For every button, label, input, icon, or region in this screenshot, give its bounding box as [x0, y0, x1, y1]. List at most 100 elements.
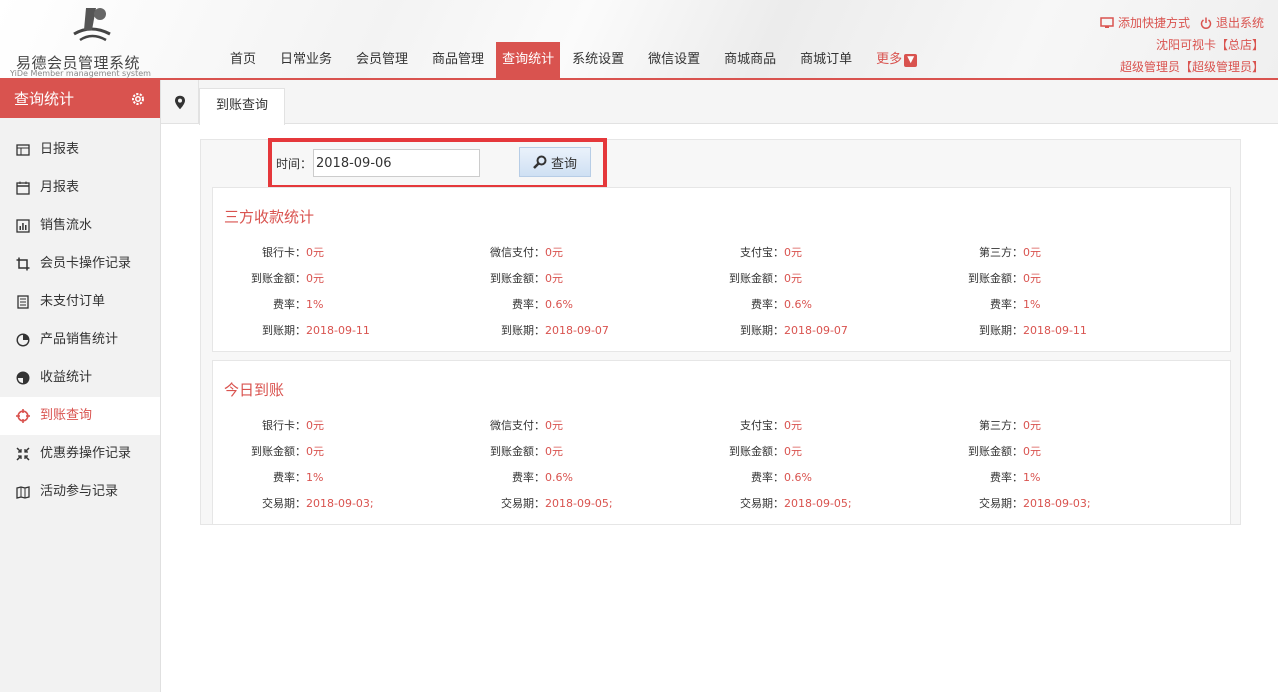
sidebar-item-daily-report[interactable]: 日报表	[0, 131, 160, 169]
stat-cell: 支付宝： 0元	[691, 240, 930, 266]
stat-value: 0元	[1023, 272, 1041, 285]
sidebar-item-monthly-report[interactable]: 月报表	[0, 169, 160, 207]
stat-value: 0元	[784, 246, 802, 259]
stat-value: 2018-09-05;	[545, 497, 613, 510]
add-shortcut-link[interactable]: 添加快捷方式	[1100, 12, 1190, 34]
top-header: 易德会员管理系统 YiDe Member management system 首…	[0, 0, 1278, 80]
sidebar-item-coupon-operations[interactable]: 优惠券操作记录	[0, 435, 160, 473]
stat-value: 0元	[545, 419, 563, 432]
stat-label: 银行卡：	[262, 419, 306, 432]
sidebar-item-label: 月报表	[40, 180, 80, 195]
half-circle-icon	[16, 371, 30, 385]
stat-cell: 到账金额： 0元	[930, 439, 1169, 465]
shrink-icon	[16, 447, 30, 461]
stat-value: 0元	[306, 445, 324, 458]
stat-label: 交易期：	[740, 497, 784, 510]
stat-label: 到账期：	[740, 324, 784, 337]
stat-cell: 到账金额： 0元	[213, 266, 452, 292]
crop-icon	[16, 257, 30, 271]
stat-cell: 支付宝： 0元	[691, 413, 930, 439]
logout-link[interactable]: 退出系统	[1200, 12, 1264, 34]
stat-label: 微信支付：	[490, 246, 545, 259]
sidebar-item-card-operations[interactable]: 会员卡操作记录	[0, 245, 160, 283]
stat-label: 到账金额：	[490, 272, 545, 285]
stat-value: 0.6%	[784, 298, 812, 311]
stat-value: 1%	[306, 471, 324, 484]
stat-label: 第三方：	[979, 419, 1023, 432]
main-nav: 首页 日常业务 会员管理 商品管理 查询统计 系统设置 微信设置 商城商品 商城…	[218, 42, 929, 78]
user-name: 超级管理员【超级管理员】	[1119, 60, 1264, 74]
stat-value: 0元	[545, 272, 563, 285]
section-card: 三方收款统计 银行卡： 0元 微信支付： 0元 支付宝： 0元 第三方： 0元 到账金额： 0元到…	[212, 187, 1231, 352]
stat-value: 2018-09-07	[784, 324, 848, 337]
stat-label: 交易期：	[979, 497, 1023, 510]
tab-arrival-query[interactable]: 到账查询	[199, 88, 285, 125]
stat-label: 费率：	[751, 471, 784, 484]
query-button[interactable]: 查询	[519, 147, 591, 177]
stats-row: 银行卡： 0元 微信支付： 0元 支付宝： 0元 第三方： 0元	[213, 413, 1232, 439]
sidebar-item-label: 活动参与记录	[40, 484, 119, 499]
stat-label: 到账期：	[501, 324, 545, 337]
stat-label: 交易期：	[501, 497, 545, 510]
sidebar-item-label: 会员卡操作记录	[40, 256, 132, 271]
stat-cell: 微信支付： 0元	[452, 413, 691, 439]
sidebar-item-arrival-query[interactable]: 到账查询	[0, 397, 160, 435]
stat-value: 0元	[306, 246, 324, 259]
nav-query-statistics[interactable]: 查询统计	[496, 42, 561, 78]
stat-cell: 到账金额： 0元	[452, 439, 691, 465]
stats-row: 到账金额： 0元 到账金额： 0元 到账金额： 0元 到账金额： 0元	[213, 439, 1232, 465]
stat-value: 2018-09-03;	[1023, 497, 1091, 510]
stat-label: 银行卡：	[262, 246, 306, 259]
sidebar-item-unpaid-orders[interactable]: 未支付订单	[0, 283, 160, 321]
stat-cell: 到账金额： 0元	[691, 439, 930, 465]
monitor-icon	[1100, 17, 1114, 28]
sidebar-item-label: 产品销售统计	[40, 332, 119, 347]
sidebar-item-sales-flow[interactable]: 销售流水	[0, 207, 160, 245]
nav-member-management[interactable]: 会员管理	[350, 42, 414, 78]
sidebar-item-label: 优惠券操作记录	[40, 446, 132, 461]
nav-system-settings[interactable]: 系统设置	[566, 42, 630, 78]
stat-value: 2018-09-07	[545, 324, 609, 337]
stat-value: 0.6%	[784, 471, 812, 484]
receipt-icon	[17, 295, 29, 309]
stat-cell: 第三方： 0元	[930, 413, 1169, 439]
stat-value: 0元	[306, 272, 324, 285]
nav-mall-orders[interactable]: 商城订单	[794, 42, 858, 78]
stat-label: 费率：	[990, 471, 1023, 484]
sidebar-item-activity-records[interactable]: 活动参与记录	[0, 473, 160, 511]
stat-value: 2018-09-11	[306, 324, 370, 337]
sidebar-header: 查询统计	[0, 80, 160, 118]
stat-value: 1%	[1023, 298, 1041, 311]
location-pin-icon[interactable]	[161, 80, 199, 124]
nav-home[interactable]: 首页	[224, 42, 262, 78]
logout-label: 退出系统	[1215, 16, 1264, 30]
nav-daily-business[interactable]: 日常业务	[274, 42, 338, 78]
stat-cell: 到账金额： 0元	[452, 266, 691, 292]
nav-mall-products[interactable]: 商城商品	[718, 42, 782, 78]
user-panel: 添加快捷方式 退出系统 沈阳可视卡【总店】 超级管理员【超级管理员】	[1100, 12, 1264, 78]
sidebar-item-revenue-stats[interactable]: 收益统计	[0, 359, 160, 397]
stat-label: 到账期：	[979, 324, 1023, 337]
stat-label: 支付宝：	[740, 419, 784, 432]
tab-bar: 到账查询	[161, 80, 1278, 125]
logo: 易德会员管理系统 YiDe Member management system	[8, 4, 158, 78]
sidebar-item-product-sales[interactable]: 产品销售统计	[0, 321, 160, 359]
date-label: 时间：	[276, 157, 313, 171]
stats-row: 费率： 1% 费率： 0.6% 费率： 0.6% 费率： 1%	[213, 465, 1232, 491]
nav-more[interactable]: 更多 ▼	[870, 42, 923, 78]
stat-cell: 费率： 0.6%	[452, 292, 691, 318]
stat-cell: 交易期： 2018-09-03;	[213, 491, 452, 517]
date-input[interactable]	[313, 149, 480, 177]
stat-cell: 交易期： 2018-09-03;	[930, 491, 1169, 517]
stat-cell: 费率： 1%	[213, 292, 452, 318]
stats-row: 到账金额： 0元 到账金额： 0元 到账金额： 0元 到账金额： 0元	[213, 266, 1232, 292]
stats-grid: 银行卡： 0元 微信支付： 0元 支付宝： 0元 第三方： 0元 到账金额： 0元 到账金额： 0元到…	[213, 240, 1232, 344]
stat-cell: 交易期： 2018-09-05;	[452, 491, 691, 517]
nav-wechat-settings[interactable]: 微信设置	[642, 42, 706, 78]
sidebar: 查询统计 日报表 月报表 销售流水 会员卡操作记录 未支付订单 产品销售统计 收…	[0, 80, 161, 692]
stat-value: 1%	[306, 298, 324, 311]
gear-icon[interactable]	[130, 91, 146, 107]
nav-product-management[interactable]: 商品管理	[426, 42, 490, 78]
stat-label: 到账金额：	[251, 445, 306, 458]
stat-cell: 费率： 0.6%	[691, 465, 930, 491]
